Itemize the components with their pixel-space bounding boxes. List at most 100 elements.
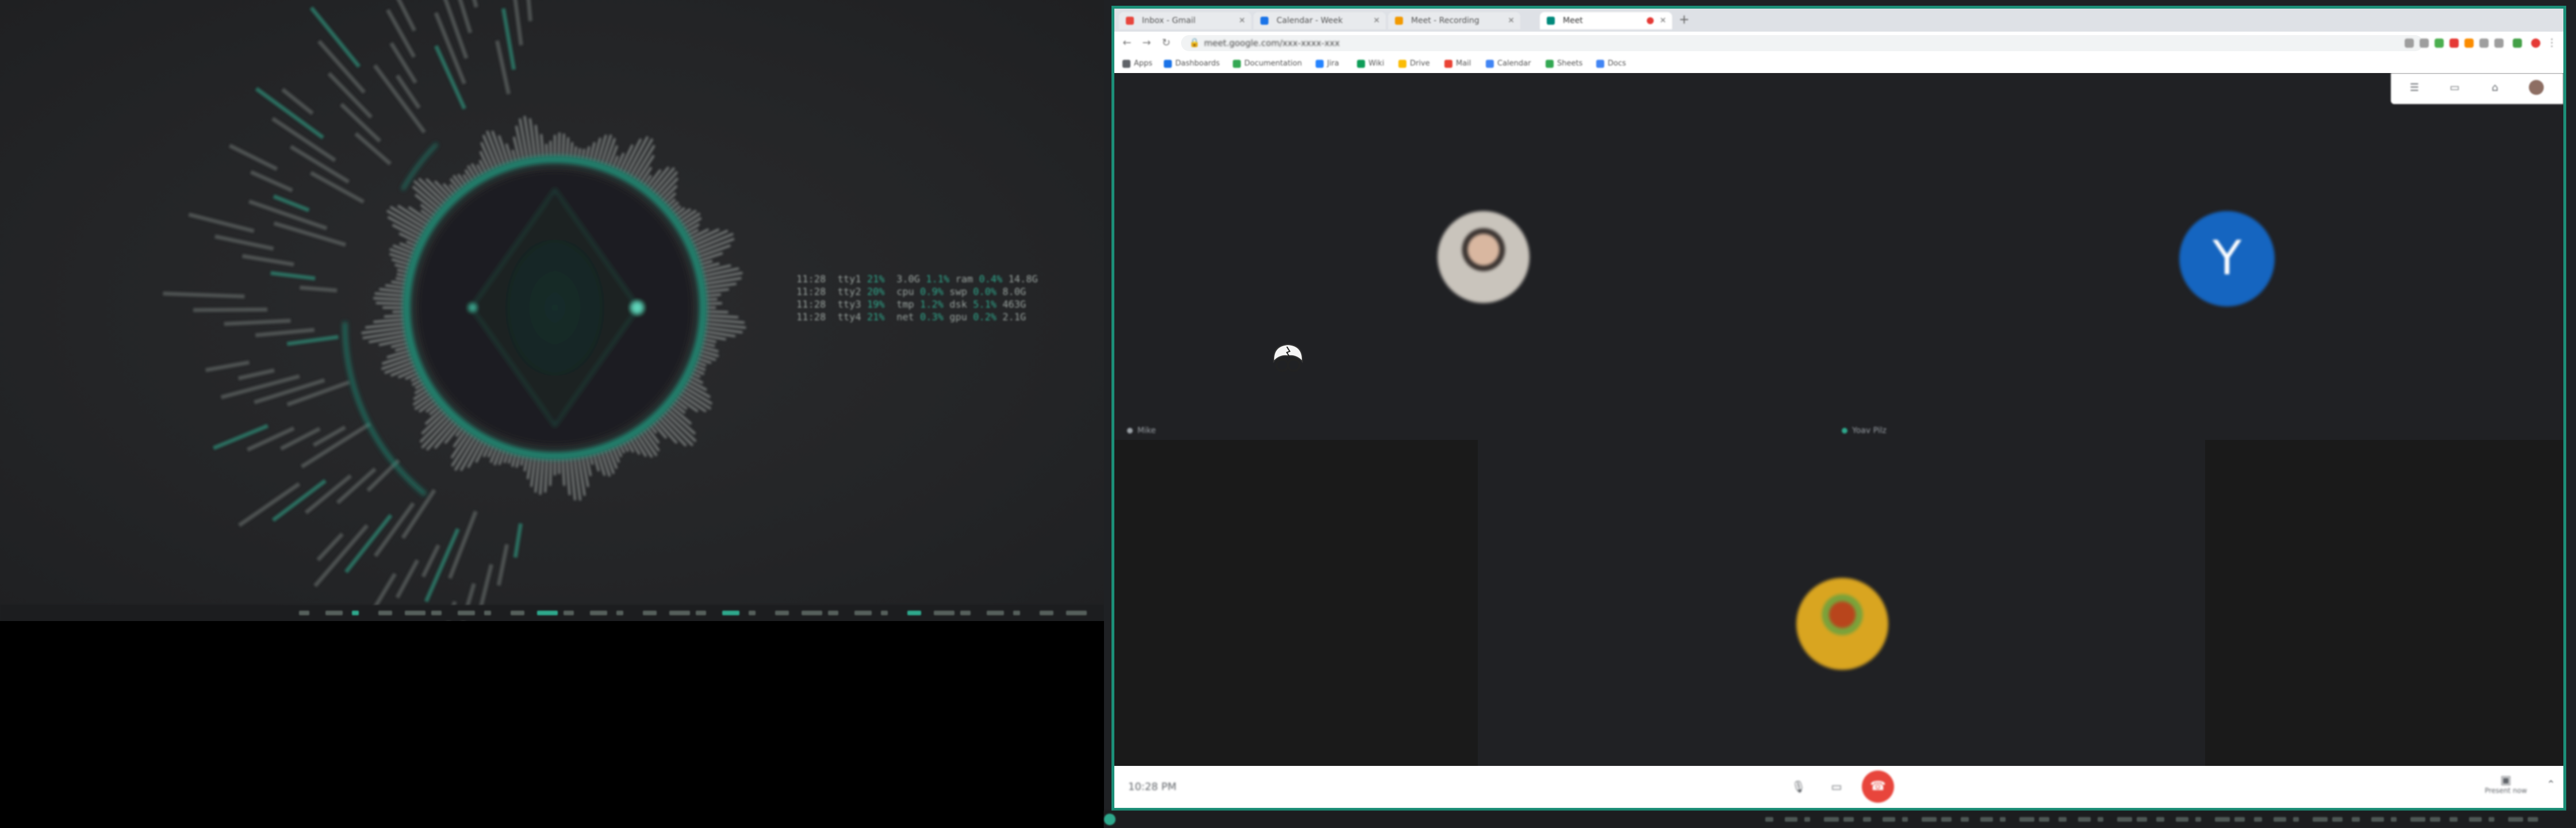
address-bar[interactable]: 🔒 meet.google.com/xxx-xxxx-xxx [1181, 35, 2423, 51]
taskbar-item[interactable] [537, 611, 558, 615]
taskbar-item[interactable] [1066, 611, 1087, 615]
taskbar-item[interactable] [1785, 817, 1797, 822]
extension-icon[interactable] [2420, 39, 2429, 48]
taskbar-item[interactable] [2195, 817, 2201, 822]
start-menu-icon[interactable] [1104, 814, 1116, 825]
reload-icon[interactable]: ↻ [1159, 36, 1173, 50]
browser-tab-active[interactable]: Meet ✕ [1540, 12, 1672, 29]
taskbar-item[interactable] [1941, 817, 1952, 822]
bookmark-item[interactable]: Dashboards [1164, 59, 1220, 68]
taskbar-item[interactable] [2078, 817, 2091, 822]
taskbar-item[interactable] [2332, 817, 2343, 822]
taskbar-item[interactable] [749, 611, 756, 615]
taskbar-item[interactable] [2234, 817, 2245, 822]
taskbar-item[interactable] [616, 611, 623, 615]
bookmark-item[interactable]: Wiki [1357, 59, 1384, 68]
taskbar-item[interactable] [458, 611, 475, 615]
camera-icon[interactable]: ▭ [1825, 775, 1848, 798]
bookmark-item[interactable]: Calendar [1486, 59, 1531, 68]
taskbar-item[interactable] [669, 611, 690, 615]
bookmark-item[interactable]: Sheets [1546, 59, 1582, 68]
taskbar-item[interactable] [2215, 817, 2230, 822]
bookmark-item[interactable]: Mail [1444, 59, 1471, 68]
taskbar-item[interactable] [1980, 817, 1993, 822]
taskbar-item[interactable] [2352, 817, 2360, 822]
taskbar-item[interactable] [1804, 817, 1810, 822]
extension-icon[interactable] [2494, 39, 2504, 48]
bookmark-item[interactable]: Apps [1122, 59, 1152, 68]
taskbar-item[interactable] [431, 611, 442, 615]
taskbar-item[interactable] [1902, 817, 1908, 822]
close-icon[interactable]: ✕ [1239, 12, 1245, 29]
taskbar-item[interactable] [1961, 817, 1969, 822]
menu-dots-icon[interactable]: ⋮ [2545, 36, 2559, 50]
new-tab-button[interactable]: + [1676, 12, 1693, 29]
taskbar-item[interactable] [2528, 817, 2538, 822]
taskbar-item[interactable] [2117, 817, 2132, 822]
taskbar-item[interactable] [2274, 817, 2286, 822]
microphone-icon[interactable]: 🎙 [1787, 775, 1810, 798]
taskbar-item[interactable] [1040, 611, 1053, 615]
taskbar-item[interactable] [299, 611, 309, 615]
taskbar-item[interactable] [1824, 817, 1839, 822]
taskbar-item[interactable] [854, 611, 872, 615]
taskbar-item[interactable] [2430, 817, 2440, 822]
taskbar-item[interactable] [484, 611, 491, 615]
taskbar-item[interactable] [590, 611, 607, 615]
taskbar-item[interactable] [2000, 817, 2006, 822]
extension-icon[interactable] [2435, 39, 2444, 48]
bookmark-item[interactable]: Drive [1398, 59, 1430, 68]
taskbar-item[interactable] [2410, 817, 2425, 822]
close-icon[interactable]: ✕ [1508, 12, 1515, 29]
end-call-button[interactable]: ☎ [1862, 770, 1894, 803]
taskbar-item[interactable] [2098, 817, 2103, 822]
browser-tab[interactable]: Meet - Recording ✕ [1388, 12, 1520, 29]
taskbar-item[interactable] [2450, 817, 2458, 822]
extension-icon[interactable] [2464, 39, 2474, 48]
taskbar-item[interactable] [696, 611, 706, 615]
taskbar-item[interactable] [564, 611, 574, 615]
taskbar-item[interactable] [2371, 817, 2384, 822]
taskbar-item[interactable] [2176, 817, 2188, 822]
extension-icon[interactable] [2405, 39, 2414, 48]
back-icon[interactable]: ← [1120, 36, 1134, 50]
taskbar-item[interactable] [907, 611, 921, 615]
taskbar-item[interactable] [2489, 817, 2494, 822]
taskbar-item[interactable] [2137, 817, 2147, 822]
taskbar-item[interactable] [378, 611, 392, 615]
taskbar-item[interactable] [2508, 817, 2523, 822]
extension-icon[interactable] [2479, 39, 2489, 48]
taskbar-item[interactable] [2469, 817, 2482, 822]
present-now-button[interactable]: ▣ Present now [2483, 773, 2529, 802]
taskbar-item[interactable] [352, 611, 359, 615]
extension-icon[interactable] [2513, 39, 2522, 48]
taskbar-item[interactable] [881, 611, 888, 615]
bookmark-item[interactable]: Jira [1316, 59, 1339, 68]
taskbar-item[interactable] [828, 611, 838, 615]
taskbar-item[interactable] [2293, 817, 2299, 822]
close-icon[interactable]: ✕ [1373, 12, 1380, 29]
chevron-up-icon[interactable]: ⌃ [2547, 779, 2555, 791]
taskbar-item[interactable] [2156, 817, 2164, 822]
taskbar-item[interactable] [1922, 817, 1937, 822]
taskbar-item[interactable] [1013, 611, 1020, 615]
bookmark-item[interactable]: Documentation [1233, 59, 1302, 68]
taskbar-item[interactable] [934, 611, 954, 615]
taskbar-item[interactable] [1883, 817, 1895, 822]
taskbar-item[interactable] [405, 611, 425, 615]
taskbar-item[interactable] [775, 611, 789, 615]
taskbar-item[interactable] [325, 611, 343, 615]
taskbar-item[interactable] [1863, 817, 1871, 822]
profile-avatar-icon[interactable] [2531, 39, 2540, 48]
taskbar-item[interactable] [511, 611, 524, 615]
taskbar-item[interactable] [722, 611, 739, 615]
bookmark-item[interactable]: Docs [1596, 59, 1626, 68]
taskbar-item[interactable] [987, 611, 1004, 615]
browser-tab[interactable]: Calendar - Week ✕ [1254, 12, 1386, 29]
forward-icon[interactable]: → [1140, 36, 1153, 50]
taskbar-item[interactable] [802, 611, 822, 615]
taskbar-item[interactable] [1765, 817, 1773, 822]
taskbar-item[interactable] [643, 611, 657, 615]
taskbar-item[interactable] [2313, 817, 2328, 822]
taskbar-item[interactable] [2058, 817, 2067, 822]
